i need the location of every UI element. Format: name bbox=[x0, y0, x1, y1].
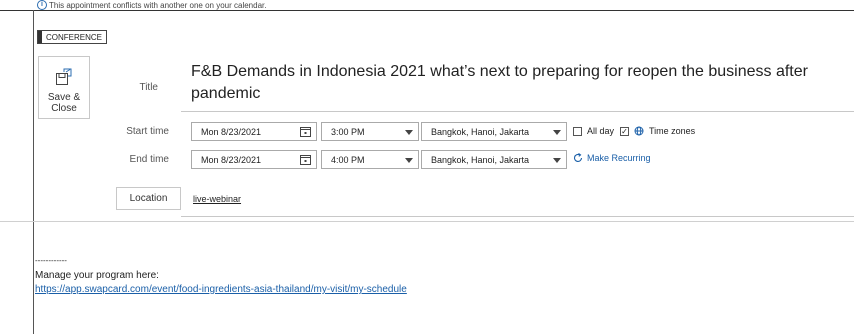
schedule-link[interactable]: https://app.swapcard.com/event/food-ingr… bbox=[35, 284, 407, 295]
conflict-notice: i This appointment conflicts with anothe… bbox=[37, 0, 266, 10]
chevron-down-icon bbox=[553, 130, 561, 135]
all-day-checkbox[interactable]: All day bbox=[573, 126, 614, 136]
start-time-label: Start time bbox=[126, 126, 169, 137]
end-timezone-select[interactable]: Bangkok, Hanoi, Jakarta bbox=[421, 150, 567, 169]
all-day-check-box[interactable] bbox=[573, 126, 582, 136]
category-color-swatch bbox=[38, 31, 42, 43]
save-close-label: Save & Close bbox=[47, 91, 81, 114]
make-recurring-link[interactable]: Make Recurring bbox=[573, 153, 651, 163]
title-label: Title bbox=[139, 82, 158, 93]
chevron-down-icon bbox=[553, 158, 561, 163]
conflict-notice-text: This appointment conflicts with another … bbox=[49, 0, 267, 10]
end-date-value: Mon 8/23/2021 bbox=[201, 154, 262, 165]
start-time-value: 3:00 PM bbox=[331, 126, 365, 137]
recurring-icon bbox=[573, 153, 583, 162]
time-zones-check-box[interactable]: ✓ bbox=[620, 126, 629, 136]
chevron-down-icon bbox=[405, 158, 413, 163]
start-time-select[interactable]: 3:00 PM bbox=[321, 122, 419, 141]
globe-icon bbox=[634, 126, 644, 136]
category-label: CONFERENCE bbox=[46, 32, 103, 42]
location-underline bbox=[181, 216, 854, 217]
end-timezone-value: Bangkok, Hanoi, Jakarta bbox=[431, 154, 530, 165]
start-date-value: Mon 8/23/2021 bbox=[201, 126, 262, 137]
category-tag[interactable]: CONFERENCE bbox=[37, 30, 108, 44]
title-underline bbox=[181, 111, 854, 112]
end-time-select[interactable]: 4:00 PM bbox=[321, 150, 419, 169]
time-zones-checkbox[interactable]: ✓ Time zones bbox=[620, 126, 695, 136]
start-timezone-select[interactable]: Bangkok, Hanoi, Jakarta bbox=[421, 122, 567, 141]
chevron-down-icon bbox=[405, 130, 413, 135]
location-input[interactable]: live-webinar bbox=[193, 194, 241, 204]
time-zones-label: Time zones bbox=[649, 126, 696, 136]
save-icon bbox=[56, 68, 72, 85]
body-manage-text: Manage your program here: bbox=[35, 270, 159, 281]
start-timezone-value: Bangkok, Hanoi, Jakarta bbox=[431, 126, 530, 137]
all-day-label: All day bbox=[587, 126, 615, 136]
start-date-picker[interactable]: Mon 8/23/2021 bbox=[191, 122, 317, 141]
end-time-value: 4:00 PM bbox=[331, 154, 365, 165]
calendar-icon[interactable] bbox=[300, 126, 311, 137]
top-border bbox=[0, 10, 854, 11]
body-separator bbox=[0, 221, 854, 222]
end-date-picker[interactable]: Mon 8/23/2021 bbox=[191, 150, 317, 169]
calendar-icon[interactable] bbox=[300, 154, 311, 165]
left-border bbox=[33, 10, 34, 334]
make-recurring-label: Make Recurring bbox=[587, 153, 651, 163]
body-dashes: ------------ bbox=[35, 256, 67, 265]
location-button[interactable]: Location bbox=[116, 187, 181, 210]
end-time-label: End time bbox=[129, 154, 169, 165]
save-close-button[interactable]: Save & Close bbox=[38, 56, 90, 119]
info-icon: i bbox=[37, 0, 47, 10]
title-input[interactable]: F&B Demands in Indonesia 2021 what’s nex… bbox=[191, 61, 811, 105]
